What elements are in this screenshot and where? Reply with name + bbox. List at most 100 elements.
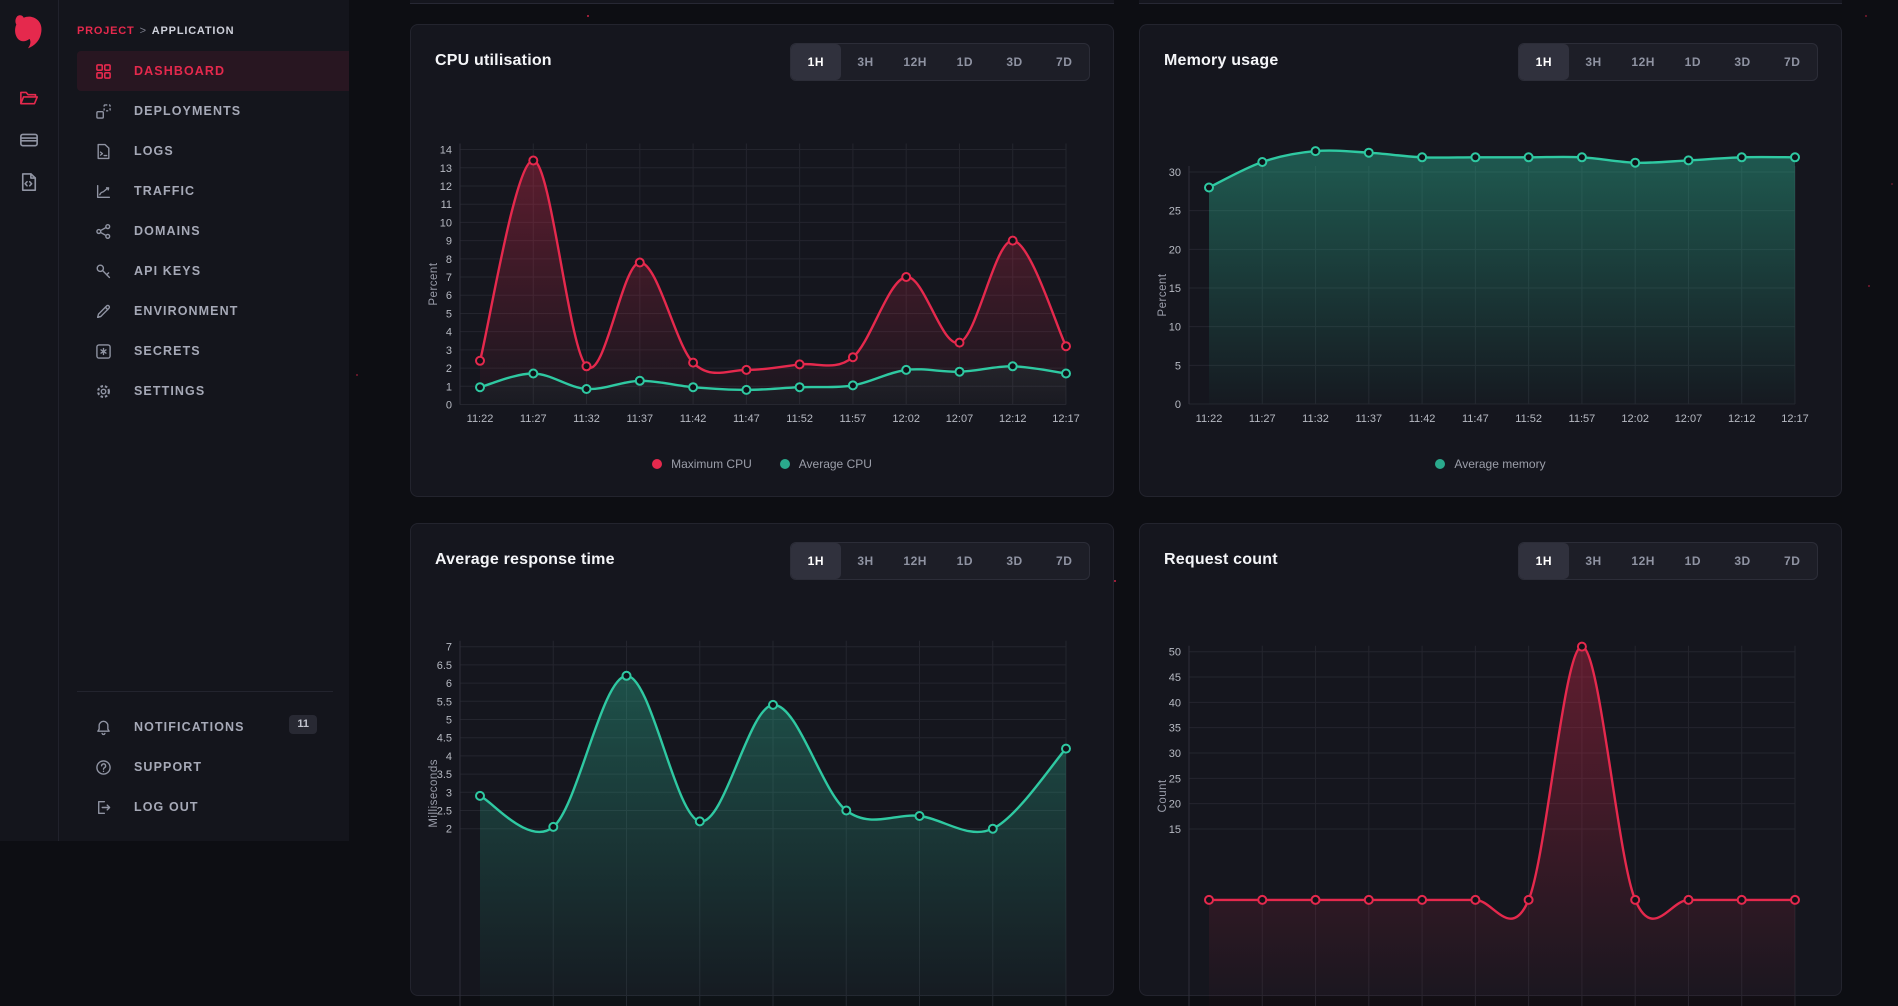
legend-dot [780,459,790,469]
range-button-1d[interactable]: 1D [1668,44,1718,80]
range-button-1d[interactable]: 1D [1668,543,1718,579]
svg-text:6: 6 [446,678,452,690]
sidebar-item-deployments[interactable]: DEPLOYMENTS [77,91,349,131]
svg-text:11:22: 11:22 [467,413,494,425]
svg-text:25: 25 [1169,206,1181,218]
sidebar-item-dashboard[interactable]: DASHBOARD [77,51,349,91]
sidebar-item-environment[interactable]: ENVIRONMENT [77,291,349,331]
svg-text:11:52: 11:52 [1515,413,1542,425]
sidebar-item-traffic[interactable]: TRAFFIC [77,171,349,211]
sidebar-item-label: TRAFFIC [134,184,195,198]
sidebar-item-label: LOGS [134,144,174,158]
background-speck [1868,285,1870,287]
svg-text:Percent: Percent [1157,273,1169,316]
folder-icon[interactable] [19,88,39,108]
breadcrumb-application: APPLICATION [152,25,235,37]
range-button-12h[interactable]: 12H [890,44,940,80]
breadcrumb: PROJECT>APPLICATION [77,25,234,37]
svg-text:7: 7 [446,642,452,654]
svg-text:12:02: 12:02 [892,413,920,425]
svg-text:11:57: 11:57 [840,413,867,425]
svg-text:15: 15 [1169,283,1181,295]
svg-text:30: 30 [1169,748,1181,760]
range-button-3h[interactable]: 3H [1569,44,1619,80]
svg-text:11:37: 11:37 [1355,413,1382,425]
time-range-selector: 1H3H12H1D3D7D [790,43,1090,81]
range-button-1h[interactable]: 1H [1519,543,1569,579]
range-button-3d[interactable]: 3D [1718,543,1768,579]
range-button-1h[interactable]: 1H [791,44,841,80]
svg-text:15: 15 [1169,824,1181,836]
legend-dot [1435,459,1445,469]
sidebar-item-settings[interactable]: SETTINGS [77,371,349,411]
svg-text:6: 6 [446,290,452,302]
range-button-3d[interactable]: 3D [1718,44,1768,80]
sidebar-item-notifications[interactable]: NOTIFICATIONS11 [77,707,349,747]
dashboard-icon [95,63,112,80]
range-button-1d[interactable]: 1D [940,543,990,579]
sidebar-item-log-out[interactable]: LOG OUT [77,787,349,827]
svg-text:10: 10 [440,217,452,229]
sidebar-item-domains[interactable]: DOMAINS [77,211,349,251]
background-speck [1114,580,1116,582]
card-average-response-time: Average response time 1H3H12H1D3D7D 22.5… [410,523,1114,996]
svg-text:11:47: 11:47 [1462,413,1489,425]
background-speck [587,15,589,17]
memory-usage-chart: 05101520253011:2211:2711:3211:3711:4211:… [1140,115,1843,507]
card-memory-usage: Memory usage 1H3H12H1D3D7D 0510152025301… [1139,24,1842,497]
range-button-1h[interactable]: 1H [1519,44,1569,80]
range-button-7d[interactable]: 7D [1039,44,1089,80]
svg-text:45: 45 [1169,672,1181,684]
legend-label: Average memory [1454,457,1545,471]
logs-icon [95,143,112,160]
svg-text:5.5: 5.5 [437,696,452,708]
traffic-icon [95,183,112,200]
range-button-7d[interactable]: 7D [1767,44,1817,80]
nest-logo-icon[interactable] [10,13,48,51]
sidebar-item-secrets[interactable]: SECRETS [77,331,349,371]
range-button-3d[interactable]: 3D [990,543,1040,579]
range-button-12h[interactable]: 12H [890,543,940,579]
response-time-chart: 22.533.544.555.566.57Milliseconds [411,614,1115,1006]
sidebar-item-label: SECRETS [134,344,201,358]
svg-text:11:42: 11:42 [1409,413,1436,425]
sidebar-item-label: ENVIRONMENT [134,304,238,318]
svg-text:11:47: 11:47 [733,413,760,425]
domains-icon [95,223,112,240]
sidebar-item-logs[interactable]: LOGS [77,131,349,171]
card-icon[interactable] [19,130,39,150]
range-button-3h[interactable]: 3H [1569,543,1619,579]
chart-title: Request count [1164,551,1278,569]
svg-text:4: 4 [446,751,452,763]
time-range-selector: 1H3H12H1D3D7D [790,542,1090,580]
breadcrumb-project[interactable]: PROJECT [77,25,135,37]
time-range-selector: 1H3H12H1D3D7D [1518,43,1818,81]
svg-text:5: 5 [1175,360,1181,372]
range-button-1h[interactable]: 1H [791,543,841,579]
range-button-7d[interactable]: 7D [1039,543,1089,579]
file-code-icon[interactable] [19,172,39,192]
svg-text:11:42: 11:42 [680,413,707,425]
svg-text:20: 20 [1169,799,1181,811]
range-button-12h[interactable]: 12H [1618,44,1668,80]
range-button-3h[interactable]: 3H [841,543,891,579]
sidebar-item-label: NOTIFICATIONS [134,720,245,734]
main-content: CPU utilisation 1H3H12H1D3D7D 0123456789… [349,0,1898,841]
request-count-chart: 1520253035404550Count [1140,614,1843,1006]
svg-text:12:17: 12:17 [1781,413,1809,425]
range-button-3h[interactable]: 3H [841,44,891,80]
sidebar-item-api-keys[interactable]: API KEYS [77,251,349,291]
svg-text:Percent: Percent [428,262,440,305]
range-button-12h[interactable]: 12H [1618,543,1668,579]
chart-title: Memory usage [1164,52,1278,70]
secrets-icon [95,343,112,360]
sidebar-item-support[interactable]: SUPPORT [77,747,349,787]
range-button-1d[interactable]: 1D [940,44,990,80]
svg-text:12:07: 12:07 [946,413,974,425]
sidebar-item-label: DASHBOARD [134,64,225,78]
gear-icon [95,383,112,400]
range-button-7d[interactable]: 7D [1767,543,1817,579]
range-button-3d[interactable]: 3D [990,44,1040,80]
chart-legend: Average memory [1140,455,1841,473]
card-cpu-utilisation: CPU utilisation 1H3H12H1D3D7D 0123456789… [410,24,1114,497]
